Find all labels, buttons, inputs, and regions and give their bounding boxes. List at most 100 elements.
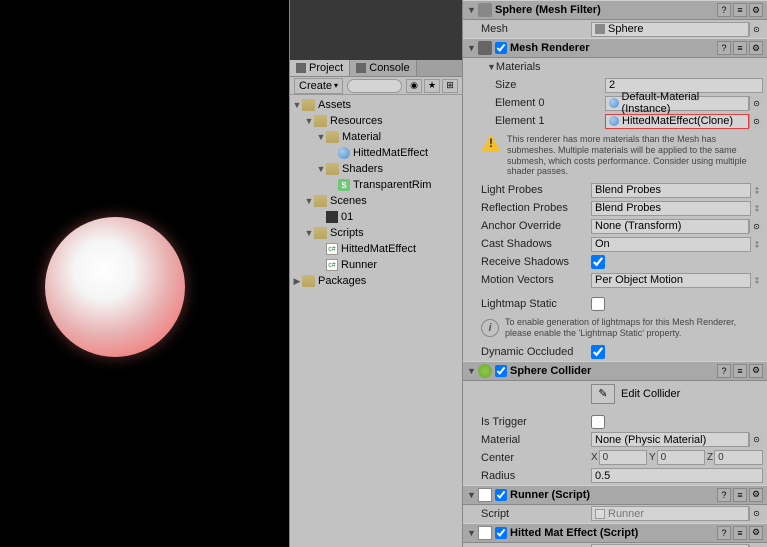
edit-collider-button[interactable]: ✎ xyxy=(591,384,615,404)
foldout-icon[interactable]: ▼ xyxy=(467,490,475,500)
component-title: Sphere (Mesh Filter) xyxy=(495,4,714,16)
runner-script-header[interactable]: ▼ Runner (Script) ?≡⚙ xyxy=(463,485,767,505)
component-enable-checkbox[interactable] xyxy=(495,489,507,501)
component-title: Sphere Collider xyxy=(510,365,714,377)
tree-label: Packages xyxy=(318,275,366,287)
create-button[interactable]: Create▾ xyxy=(294,78,343,94)
tree-transparent-rim[interactable]: STransparentRim xyxy=(290,177,462,193)
tree-shaders-folder[interactable]: ▼Shaders xyxy=(290,161,462,177)
scene-viewport[interactable] xyxy=(0,0,289,547)
is-trigger-checkbox[interactable] xyxy=(591,415,605,429)
preset-button[interactable]: ≡ xyxy=(733,488,747,502)
prop-label: Receive Shadows xyxy=(481,256,591,268)
project-toolbar: Create▾ ◉ ★ ⊞ xyxy=(290,77,462,95)
sphere-3d-object[interactable] xyxy=(45,217,185,357)
object-picker[interactable]: ⊙ xyxy=(749,22,763,36)
element0-field[interactable]: Default-Material (Instance) xyxy=(605,96,749,111)
element1-field[interactable]: HittedMatEffect(Clone) xyxy=(605,114,749,129)
scene-icon xyxy=(326,211,338,223)
material-dot-icon xyxy=(609,98,619,108)
mesh-filter-header[interactable]: ▼ Sphere (Mesh Filter) ?≡⚙ xyxy=(463,0,767,20)
anchor-field[interactable]: None (Transform) xyxy=(591,219,749,234)
tree-script-runner[interactable]: c#Runner xyxy=(290,257,462,273)
center-x-field[interactable]: 0 xyxy=(599,450,647,465)
tab-console[interactable]: Console xyxy=(350,60,416,76)
settings-button[interactable]: ⚙ xyxy=(749,526,763,540)
search-input[interactable] xyxy=(347,79,402,93)
prop-label: Mesh xyxy=(481,23,591,35)
folder-icon xyxy=(326,163,339,175)
csharp-icon: c# xyxy=(326,243,338,255)
prop-label: Element 0 xyxy=(495,97,605,109)
component-enable-checkbox[interactable] xyxy=(495,365,507,377)
prop-label: Light Probes xyxy=(481,184,591,196)
help-button[interactable]: ? xyxy=(717,41,731,55)
preset-button[interactable]: ≡ xyxy=(733,3,747,17)
mesh-object-field[interactable]: Sphere xyxy=(591,22,749,37)
help-button[interactable]: ? xyxy=(717,3,731,17)
component-enable-checkbox[interactable] xyxy=(495,42,507,54)
mesh-renderer-header[interactable]: ▼ Mesh Renderer ?≡⚙ xyxy=(463,38,767,58)
preset-button[interactable]: ≡ xyxy=(733,41,747,55)
runner-script-field[interactable]: Runner xyxy=(591,506,749,521)
field-value: Sphere xyxy=(608,23,643,35)
tree-scenes[interactable]: ▼Scenes xyxy=(290,193,462,209)
tree-label: Scripts xyxy=(330,227,364,239)
folder-icon xyxy=(314,115,327,127)
prop-label: Size xyxy=(495,79,605,91)
materials-row[interactable]: ▼Materials xyxy=(463,58,767,76)
settings-button[interactable]: ⚙ xyxy=(749,364,763,378)
motion-vectors-dropdown[interactable]: Per Object Motion xyxy=(591,273,751,288)
reflection-probes-dropdown[interactable]: Blend Probes xyxy=(591,201,751,216)
favorites-button[interactable]: ★ xyxy=(424,79,440,93)
help-button[interactable]: ? xyxy=(717,364,731,378)
settings-button[interactable]: ⚙ xyxy=(749,41,763,55)
settings-button[interactable]: ⚙ xyxy=(749,3,763,17)
sphere-collider-header[interactable]: ▼ Sphere Collider ?≡⚙ xyxy=(463,361,767,381)
center-y-field[interactable]: 0 xyxy=(657,450,705,465)
center-z-field[interactable]: 0 xyxy=(714,450,763,465)
object-picker[interactable]: ⊙ xyxy=(749,433,763,447)
collider-material-field[interactable]: None (Physic Material) xyxy=(591,432,749,447)
help-button[interactable]: ? xyxy=(717,526,731,540)
prop-label: Motion Vectors xyxy=(481,274,591,286)
field-value: Default-Material (Instance) xyxy=(622,91,745,115)
tree-label: Shaders xyxy=(342,163,383,175)
tree-scene-01[interactable]: 01 xyxy=(290,209,462,225)
object-picker[interactable]: ⊙ xyxy=(749,96,763,110)
settings-button[interactable]: ⚙ xyxy=(749,488,763,502)
save-search-button[interactable]: ⊞ xyxy=(442,79,458,93)
lightmap-static-checkbox[interactable] xyxy=(591,297,605,311)
foldout-icon[interactable]: ▼ xyxy=(467,5,475,15)
foldout-icon[interactable]: ▼ xyxy=(467,366,475,376)
radius-field[interactable]: 0.5 xyxy=(591,468,763,483)
tree-material-folder[interactable]: ▼Material xyxy=(290,129,462,145)
tree-scripts[interactable]: ▼Scripts xyxy=(290,225,462,241)
folder-icon xyxy=(326,131,339,143)
tab-project[interactable]: Project xyxy=(290,60,350,76)
hitted-script-header[interactable]: ▼ Hitted Mat Effect (Script) ?≡⚙ xyxy=(463,523,767,543)
tree-resources[interactable]: ▼Resources xyxy=(290,113,462,129)
tree-script-hitted[interactable]: c#HittedMatEffect xyxy=(290,241,462,257)
foldout-icon[interactable]: ▼ xyxy=(467,43,475,53)
receive-shadows-checkbox[interactable] xyxy=(591,255,605,269)
tab-label: Project xyxy=(309,62,343,74)
object-picker[interactable]: ⊙ xyxy=(749,219,763,233)
dynamic-occluded-checkbox[interactable] xyxy=(591,345,605,359)
filter-button[interactable]: ◉ xyxy=(406,79,422,93)
tree-assets[interactable]: ▼Assets xyxy=(290,97,462,113)
tree-packages[interactable]: ▶Packages xyxy=(290,273,462,289)
object-picker[interactable]: ⊙ xyxy=(749,507,763,521)
project-icon xyxy=(296,63,306,73)
cast-shadows-dropdown[interactable]: On xyxy=(591,237,751,252)
foldout-icon[interactable]: ▼ xyxy=(467,528,475,538)
object-picker[interactable]: ⊙ xyxy=(749,114,763,128)
preset-button[interactable]: ≡ xyxy=(733,526,747,540)
preset-button[interactable]: ≡ xyxy=(733,364,747,378)
tree-hitted-mat[interactable]: HittedMatEffect xyxy=(290,145,462,161)
component-title: Hitted Mat Effect (Script) xyxy=(510,527,714,539)
field-value: None (Transform) xyxy=(595,220,681,232)
component-enable-checkbox[interactable] xyxy=(495,527,507,539)
help-button[interactable]: ? xyxy=(717,488,731,502)
light-probes-dropdown[interactable]: Blend Probes xyxy=(591,183,751,198)
